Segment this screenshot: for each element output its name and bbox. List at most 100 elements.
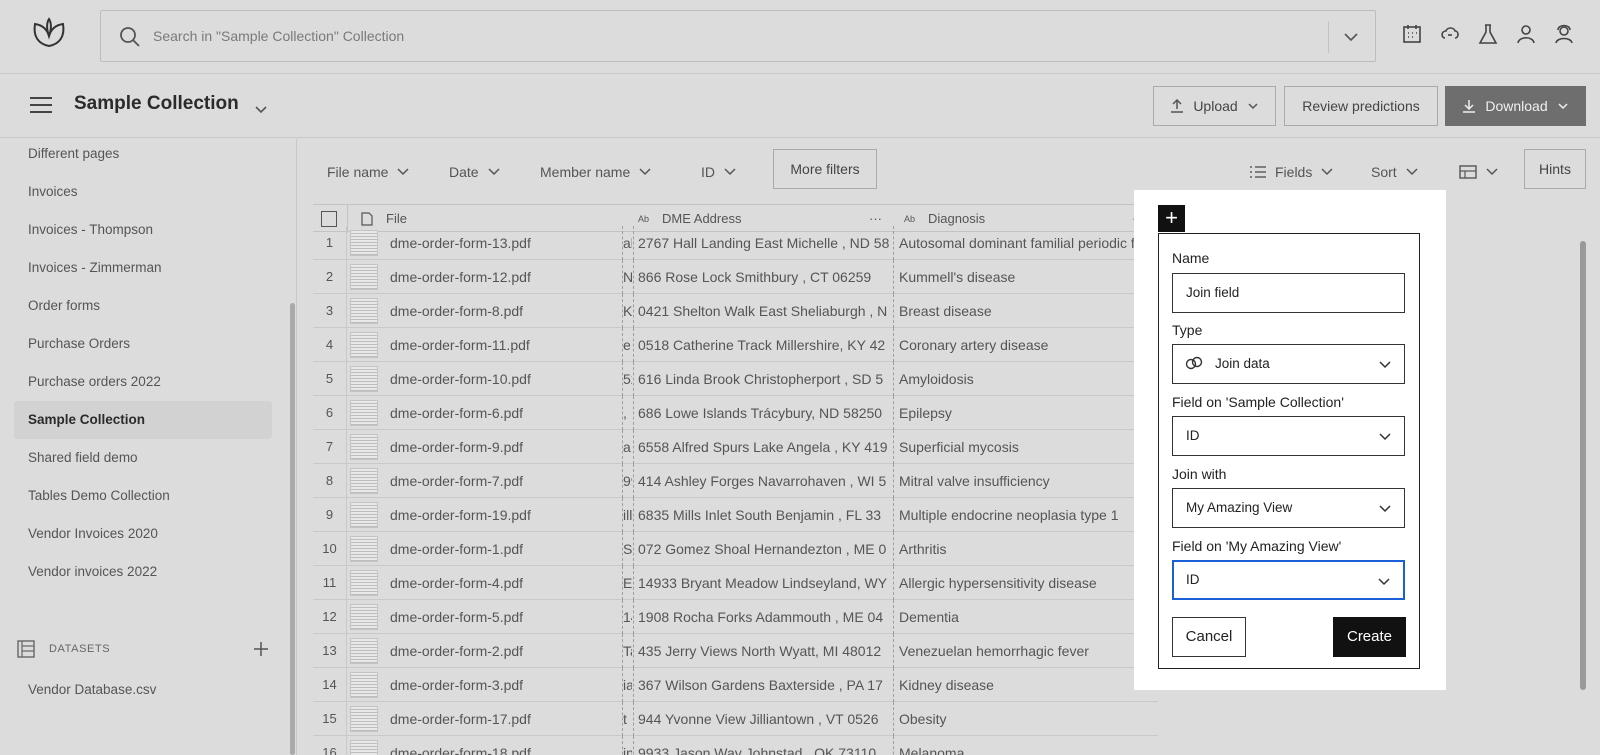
select-all-checkbox[interactable] <box>321 211 337 227</box>
user-icon[interactable] <box>1514 22 1538 46</box>
dme-address-cell[interactable]: 686 Lowe Islands Trácybury, ND 58250 <box>633 396 893 430</box>
dme-address-cell[interactable]: 2767 Hall Landing East Michelle , ND 58 <box>633 226 893 260</box>
dme-address-cell[interactable]: 9933 Jason Way Johnstad , OK 73110 <box>633 736 893 755</box>
add-field-button[interactable]: + <box>1158 205 1185 232</box>
table-row[interactable]: 2 dme-order-form-12.pdf N 866 Rose Lock … <box>313 260 1158 294</box>
dme-address-cell[interactable]: 0518 Catherine Track Millershire, KY 42 <box>633 328 893 362</box>
hints-button[interactable]: Hints <box>1524 149 1586 189</box>
sidebar-item-purchase-orders-2022[interactable]: Purchase orders 2022 <box>14 363 272 401</box>
diagnosis-cell[interactable]: Kidney disease <box>893 668 1158 702</box>
file-name-cell[interactable]: dme-order-form-11.pdf <box>390 328 622 362</box>
table-row[interactable]: 9 dme-order-form-19.pdf ill 6835 Mills I… <box>313 498 1158 532</box>
file-name-cell[interactable]: dme-order-form-3.pdf <box>390 668 622 702</box>
collection-chevron-down-icon[interactable] <box>252 100 270 118</box>
table-row[interactable]: 8 dme-order-form-7.pdf 99 414 Ashley For… <box>313 464 1158 498</box>
document-thumbnail[interactable] <box>350 332 378 358</box>
file-name-cell[interactable]: dme-order-form-2.pdf <box>390 634 622 668</box>
field-on-collection-select[interactable]: ID <box>1172 416 1405 456</box>
link-cloud-icon[interactable] <box>1438 22 1462 46</box>
table-row[interactable]: 6 dme-order-form-6.pdf , 686 Lowe Island… <box>313 396 1158 430</box>
filter-file-name[interactable]: File name <box>327 162 410 182</box>
file-name-cell[interactable]: dme-order-form-18.pdf <box>390 736 622 755</box>
document-thumbnail[interactable] <box>350 366 378 392</box>
document-thumbnail[interactable] <box>350 570 378 596</box>
file-name-cell[interactable]: dme-order-form-19.pdf <box>390 498 622 532</box>
dme-address-cell[interactable]: 944 Yvonne View Jilliantown , VT 0526 <box>633 702 893 736</box>
more-filters-button[interactable]: More filters <box>773 149 877 189</box>
cancel-button[interactable]: Cancel <box>1172 617 1246 657</box>
sidebar-scrollbar[interactable] <box>290 303 295 755</box>
file-name-cell[interactable]: dme-order-form-7.pdf <box>390 464 622 498</box>
file-name-cell[interactable]: dme-order-form-12.pdf <box>390 260 622 294</box>
sidebar-item-invoices[interactable]: Invoices <box>14 173 272 211</box>
review-predictions-button[interactable]: Review predictions <box>1284 86 1438 126</box>
download-button[interactable]: Download <box>1445 86 1586 126</box>
dme-address-cell[interactable]: 367 Wilson Gardens Baxterside , PA 17 <box>633 668 893 702</box>
dme-address-cell[interactable]: 414 Ashley Forges Navarrohaven , WI 5 <box>633 464 893 498</box>
diagnosis-cell[interactable]: Mitral valve insufficiency <box>893 464 1158 498</box>
table-row[interactable]: 10 dme-order-form-1.pdf S 072 Gomez Shoa… <box>313 532 1158 566</box>
dme-address-cell[interactable]: 1908 Rocha Forks Adammouth , ME 04 <box>633 600 893 634</box>
diagnosis-cell[interactable]: Amyloidosis <box>893 362 1158 396</box>
diagnosis-cell[interactable]: Superficial mycosis <box>893 430 1158 464</box>
filter-date[interactable]: Date <box>449 162 501 182</box>
file-name-cell[interactable]: dme-order-form-10.pdf <box>390 362 622 396</box>
table-row[interactable]: 12 dme-order-form-5.pdf 14 1908 Rocha Fo… <box>313 600 1158 634</box>
dme-address-cell[interactable]: 0421 Shelton Walk East Sheliaburgh , N <box>633 294 893 328</box>
sidebar-item-sample-collection[interactable]: Sample Collection <box>14 401 272 439</box>
file-name-cell[interactable]: dme-order-form-17.pdf <box>390 702 622 736</box>
type-select[interactable]: Join data <box>1172 344 1405 384</box>
table-row[interactable]: 16 dme-order-form-18.pdf in 9933 Jason W… <box>313 736 1158 755</box>
add-dataset-icon[interactable] <box>252 640 270 658</box>
table-scrollbar[interactable] <box>1580 241 1586 690</box>
dme-address-cell[interactable]: 866 Rose Lock Smithbury , CT 06259 <box>633 260 893 294</box>
sidebar-item-vendor-database[interactable]: Vendor Database.csv <box>14 671 272 709</box>
document-thumbnail[interactable] <box>350 638 378 664</box>
file-name-cell[interactable]: dme-order-form-13.pdf <box>390 226 622 260</box>
create-button[interactable]: Create <box>1333 617 1406 657</box>
app-logo-icon[interactable] <box>30 16 68 50</box>
fields-menu[interactable]: Fields <box>1249 162 1334 182</box>
search-dropdown-chevron-icon[interactable] <box>1341 27 1361 47</box>
diagnosis-cell[interactable]: Dementia <box>893 600 1158 634</box>
file-name-cell[interactable]: dme-order-form-1.pdf <box>390 532 622 566</box>
upload-button[interactable]: Upload <box>1153 86 1276 126</box>
table-row[interactable]: 5 dme-order-form-10.pdf 52 616 Linda Bro… <box>313 362 1158 396</box>
table-row[interactable]: 4 dme-order-form-11.pdf e 0518 Catherine… <box>313 328 1158 362</box>
dme-address-cell[interactable]: 6835 Mills Inlet South Benjamin , FL 33 <box>633 498 893 532</box>
dme-address-cell[interactable]: 14933 Bryant Meadow Lindseyland, WY <box>633 566 893 600</box>
file-name-cell[interactable]: dme-order-form-4.pdf <box>390 566 622 600</box>
dme-address-cell[interactable]: 6558 Alfred Spurs Lake Angela , KY 419 <box>633 430 893 464</box>
diagnosis-cell[interactable]: Melanoma <box>893 736 1158 755</box>
diagnosis-cell[interactable]: Obesity <box>893 702 1158 736</box>
dme-address-cell[interactable]: 072 Gomez Shoal Hernandezton , ME 0 <box>633 532 893 566</box>
search-bar[interactable]: Search in "Sample Collection" Collection <box>100 10 1376 62</box>
document-thumbnail[interactable] <box>350 604 378 630</box>
document-thumbnail[interactable] <box>350 230 378 256</box>
filter-member-name[interactable]: Member name <box>540 162 652 182</box>
sidebar-item-vendor-invoices-2022[interactable]: Vendor invoices 2022 <box>14 553 272 591</box>
document-thumbnail[interactable] <box>350 672 378 698</box>
diagnosis-cell[interactable]: Kummell's disease <box>893 260 1158 294</box>
document-thumbnail[interactable] <box>350 502 378 528</box>
menu-icon[interactable] <box>30 96 52 114</box>
diagnosis-cell[interactable]: Epilepsy <box>893 396 1158 430</box>
filter-id[interactable]: ID <box>701 162 737 182</box>
diagnosis-cell[interactable]: Venezuelan hemorrhagic fever <box>893 634 1158 668</box>
diagnosis-cell[interactable]: Allergic hypersensitivity disease <box>893 566 1158 600</box>
diagnosis-cell[interactable]: Breast disease <box>893 294 1158 328</box>
document-thumbnail[interactable] <box>350 400 378 426</box>
document-thumbnail[interactable] <box>350 706 378 732</box>
table-row[interactable]: 11 dme-order-form-4.pdf E 14933 Bryant M… <box>313 566 1158 600</box>
table-row[interactable]: 1 dme-order-form-13.pdf al 2767 Hall Lan… <box>313 226 1158 260</box>
document-thumbnail[interactable] <box>350 264 378 290</box>
document-thumbnail[interactable] <box>350 434 378 460</box>
sidebar-item-purchase-orders[interactable]: Purchase Orders <box>14 325 272 363</box>
sort-menu[interactable]: Sort <box>1371 162 1419 182</box>
support-agent-icon[interactable] <box>1552 22 1576 46</box>
flask-icon[interactable] <box>1476 22 1500 46</box>
dme-address-cell[interactable]: 435 Jerry Views North Wyatt, MI 48012 <box>633 634 893 668</box>
dme-address-cell[interactable]: 616 Linda Brook Christopherport , SD 5 <box>633 362 893 396</box>
sidebar-item-tables-demo-collection[interactable]: Tables Demo Collection <box>14 477 272 515</box>
file-name-cell[interactable]: dme-order-form-5.pdf <box>390 600 622 634</box>
